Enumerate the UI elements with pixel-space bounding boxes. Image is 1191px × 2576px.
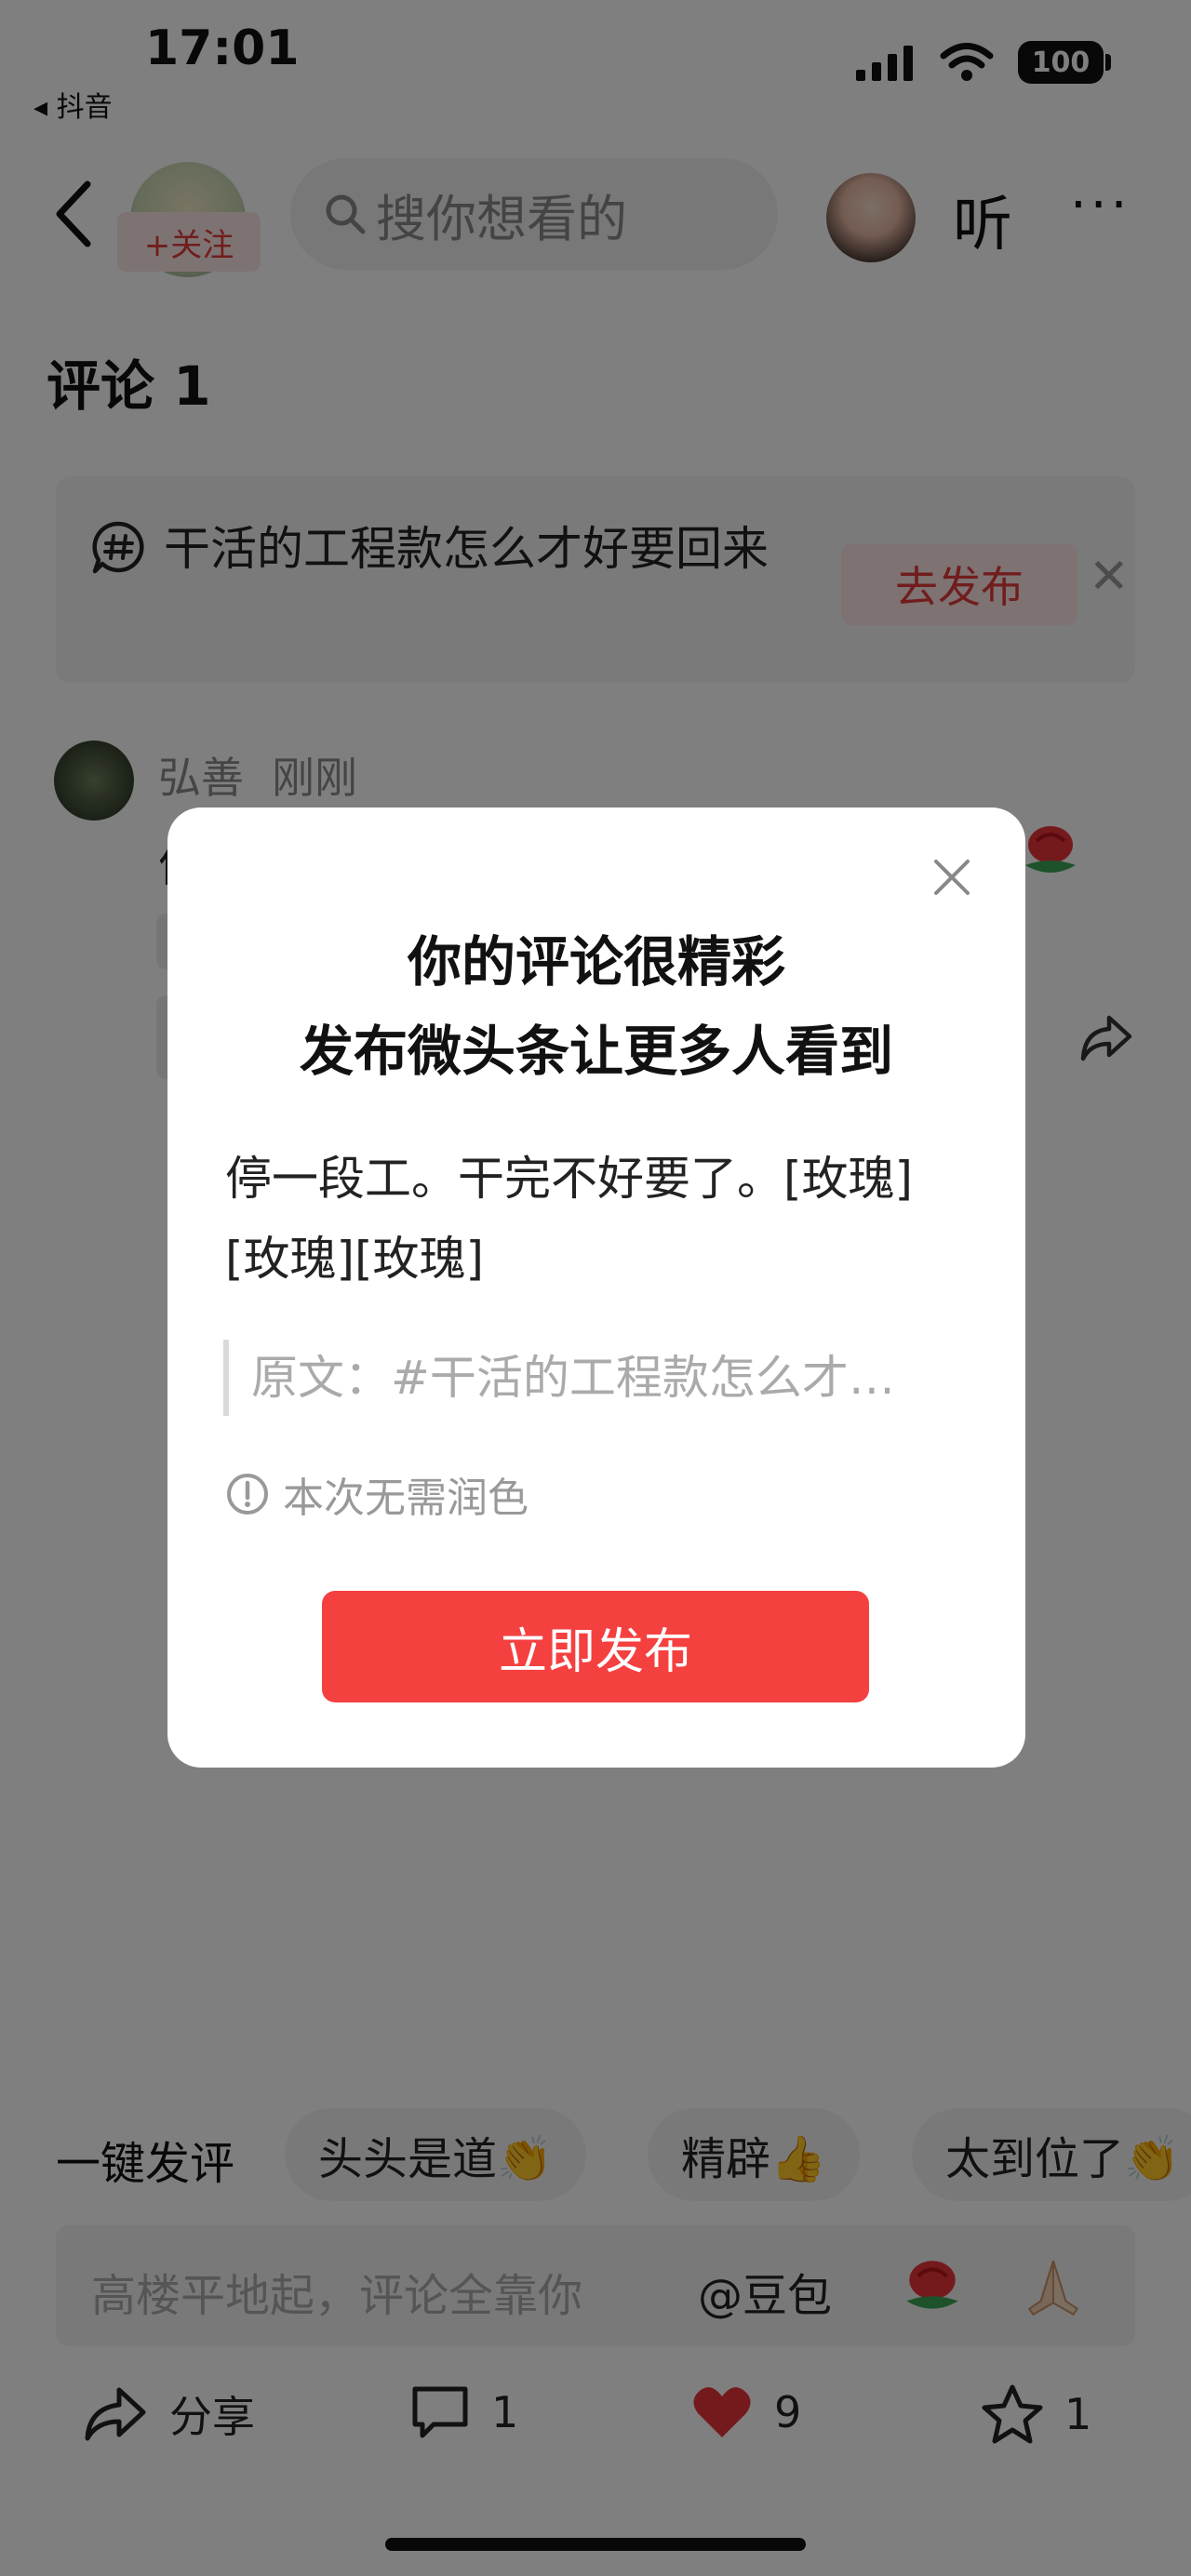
dialog-original-quote: 原文：#干活的工程款怎么才… [223, 1340, 968, 1416]
info-icon [227, 1474, 268, 1515]
dialog-title: 你的评论很精彩 发布微头条让更多人看到 [167, 917, 1025, 1096]
close-icon[interactable] [929, 854, 975, 901]
dialog-note-text: 本次无需润色 [283, 1475, 529, 1522]
publish-now-button[interactable]: 立即发布 [322, 1591, 869, 1702]
dialog-comment-text: 停一段工。干完不好要了。[玫瑰][玫瑰][玫瑰] [225, 1152, 914, 1286]
dialog-title-line2: 发布微头条让更多人看到 [299, 1020, 893, 1083]
publish-suggestion-dialog: 你的评论很精彩 发布微头条让更多人看到 停一段工。干完不好要了。[玫瑰][玫瑰]… [167, 808, 1025, 1768]
dialog-note: 本次无需润色 [225, 1464, 529, 1524]
dialog-title-line1: 你的评论很精彩 [407, 930, 785, 994]
